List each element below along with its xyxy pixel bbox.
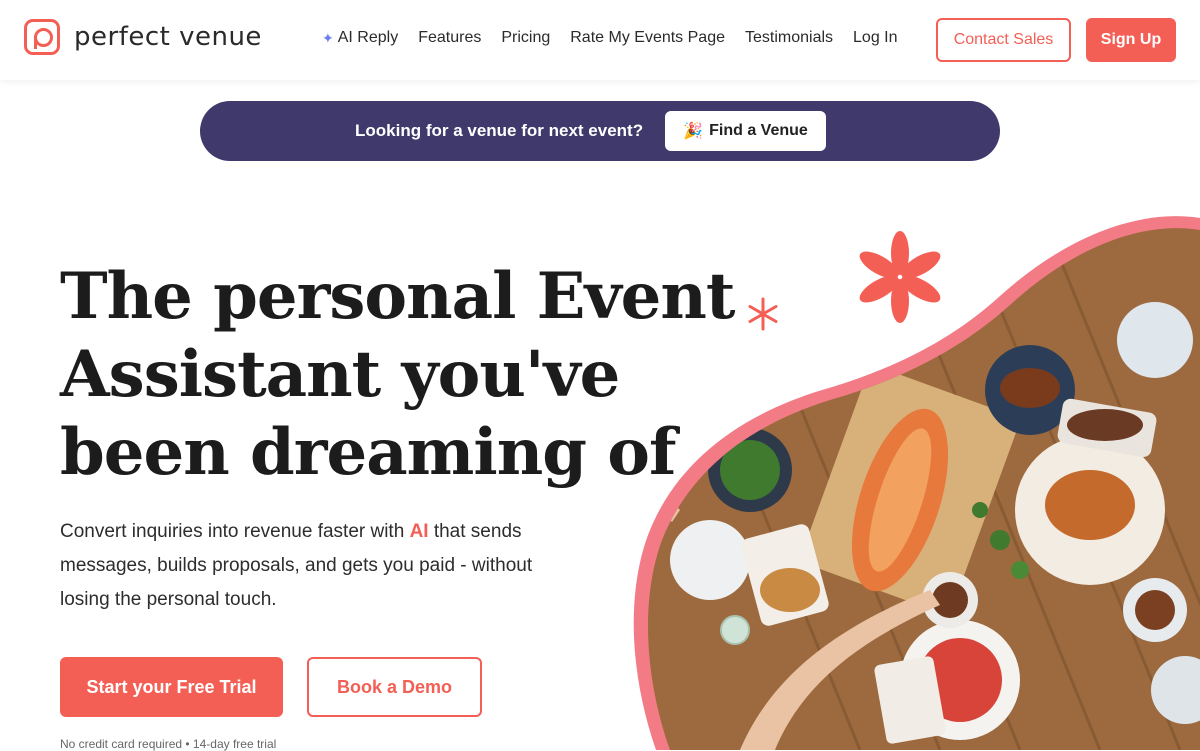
start-free-trial-button[interactable]: Start your Free Trial: [60, 657, 283, 717]
book-demo-button[interactable]: Book a Demo: [307, 657, 482, 717]
hero-subtitle-part: Convert inquiries into revenue faster wi…: [60, 521, 410, 542]
logo[interactable]: perfect venue: [24, 19, 262, 55]
party-popper-icon: 🎉: [683, 123, 704, 140]
nav-item-log-in[interactable]: Log In: [853, 29, 897, 47]
nav-item-pricing[interactable]: Pricing: [501, 29, 550, 47]
logo-icon: [24, 19, 60, 55]
nav-item-ai-reply[interactable]: ✦ AI Reply: [322, 29, 398, 47]
nav-item-label: AI Reply: [337, 29, 399, 46]
sign-up-button[interactable]: Sign Up: [1086, 18, 1176, 62]
sparkle-icon: ✦: [322, 29, 334, 46]
contact-sales-button[interactable]: Contact Sales: [936, 18, 1071, 62]
find-venue-banner: Looking for a venue for next event? 🎉 Fi…: [200, 101, 1000, 161]
ai-highlight: AI: [409, 521, 429, 542]
banner-text: Looking for a venue for next event?: [355, 121, 644, 140]
nav-item-rate-my-events-page[interactable]: Rate My Events Page: [570, 29, 725, 47]
hero-food-image: [600, 210, 1200, 750]
nav-item-testimonials[interactable]: Testimonials: [745, 29, 833, 47]
find-venue-button[interactable]: 🎉 Find a Venue: [665, 111, 826, 151]
site-header: perfect venue ✦ AI Reply Features Pricin…: [0, 0, 1200, 80]
fineprint: No credit card required • 14-day free tr…: [60, 737, 277, 751]
nav-item-features[interactable]: Features: [418, 29, 481, 47]
main-nav: ✦ AI Reply Features Pricing Rate My Even…: [322, 29, 918, 47]
logo-text: perfect venue: [74, 22, 262, 52]
find-venue-label: Find a Venue: [709, 122, 808, 139]
hero-subtitle: Convert inquiries into revenue faster wi…: [60, 515, 580, 617]
food-table-illustration: [633, 216, 1200, 750]
